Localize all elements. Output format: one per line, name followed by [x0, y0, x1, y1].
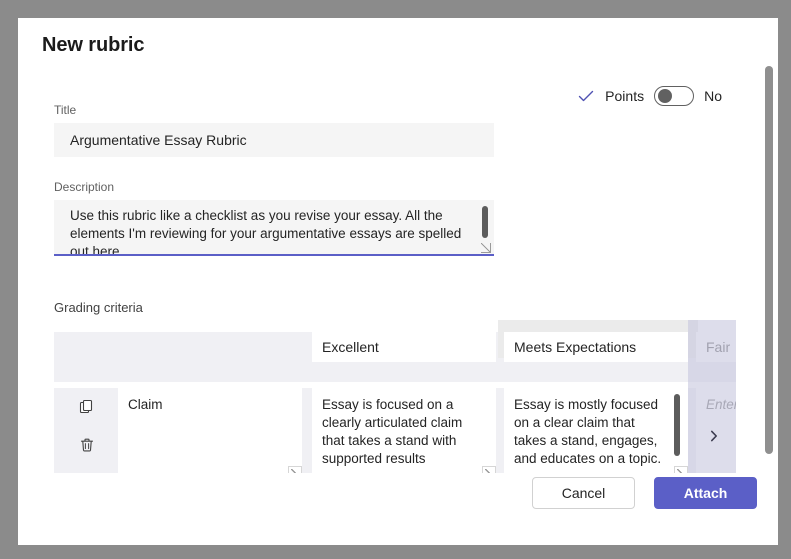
criteria-cell-excellent-resize-handle[interactable]	[482, 466, 496, 473]
chevron-right-icon	[707, 429, 721, 448]
copy-row-button[interactable]	[74, 394, 100, 420]
criteria-cell-meets-expectations[interactable]	[504, 388, 688, 473]
cancel-button[interactable]: Cancel	[532, 477, 635, 509]
points-toggle-group: Points No	[577, 86, 722, 106]
new-rubric-dialog: New rubric Points No Title Description G	[18, 18, 778, 545]
column-header-meets-expectations[interactable]	[504, 332, 688, 362]
dialog-scroll-region: New rubric Points No Title Description G	[18, 18, 778, 473]
criteria-name-resize-handle[interactable]	[288, 466, 302, 473]
points-toggle-switch[interactable]	[654, 86, 694, 106]
points-toggle-state: No	[704, 88, 722, 104]
title-input[interactable]	[54, 123, 494, 157]
points-label: Points	[605, 88, 644, 104]
grading-criteria-label: Grading criteria	[54, 300, 143, 315]
criteria-next-column-button[interactable]	[704, 428, 724, 448]
criteria-cell-scrollbar-thumb[interactable]	[674, 394, 680, 456]
column-header-excellent[interactable]	[312, 332, 496, 362]
grading-criteria-table	[54, 320, 736, 473]
delete-row-button[interactable]	[74, 432, 100, 458]
dialog-footer: Cancel Attach	[18, 473, 778, 545]
description-field-label: Description	[54, 180, 114, 194]
criteria-name-textarea[interactable]	[118, 388, 302, 473]
dialog-scrollbar-thumb[interactable]	[765, 66, 773, 454]
copy-icon	[79, 399, 95, 415]
toggle-knob	[658, 89, 672, 103]
row-actions-gutter	[72, 394, 102, 458]
criteria-cell-meets-resize-handle[interactable]	[674, 466, 688, 473]
column-header-fair[interactable]	[696, 332, 736, 362]
description-textarea[interactable]	[54, 200, 494, 256]
check-icon	[577, 87, 595, 105]
description-field-wrapper	[54, 200, 494, 256]
title-field-label: Title	[54, 103, 76, 117]
criteria-cell-excellent[interactable]	[312, 388, 496, 473]
trash-icon	[79, 437, 95, 453]
attach-button[interactable]: Attach	[654, 477, 757, 509]
dialog-scrollbar[interactable]	[765, 66, 773, 506]
description-scrollbar-thumb[interactable]	[482, 206, 488, 238]
page-title: New rubric	[42, 34, 144, 57]
